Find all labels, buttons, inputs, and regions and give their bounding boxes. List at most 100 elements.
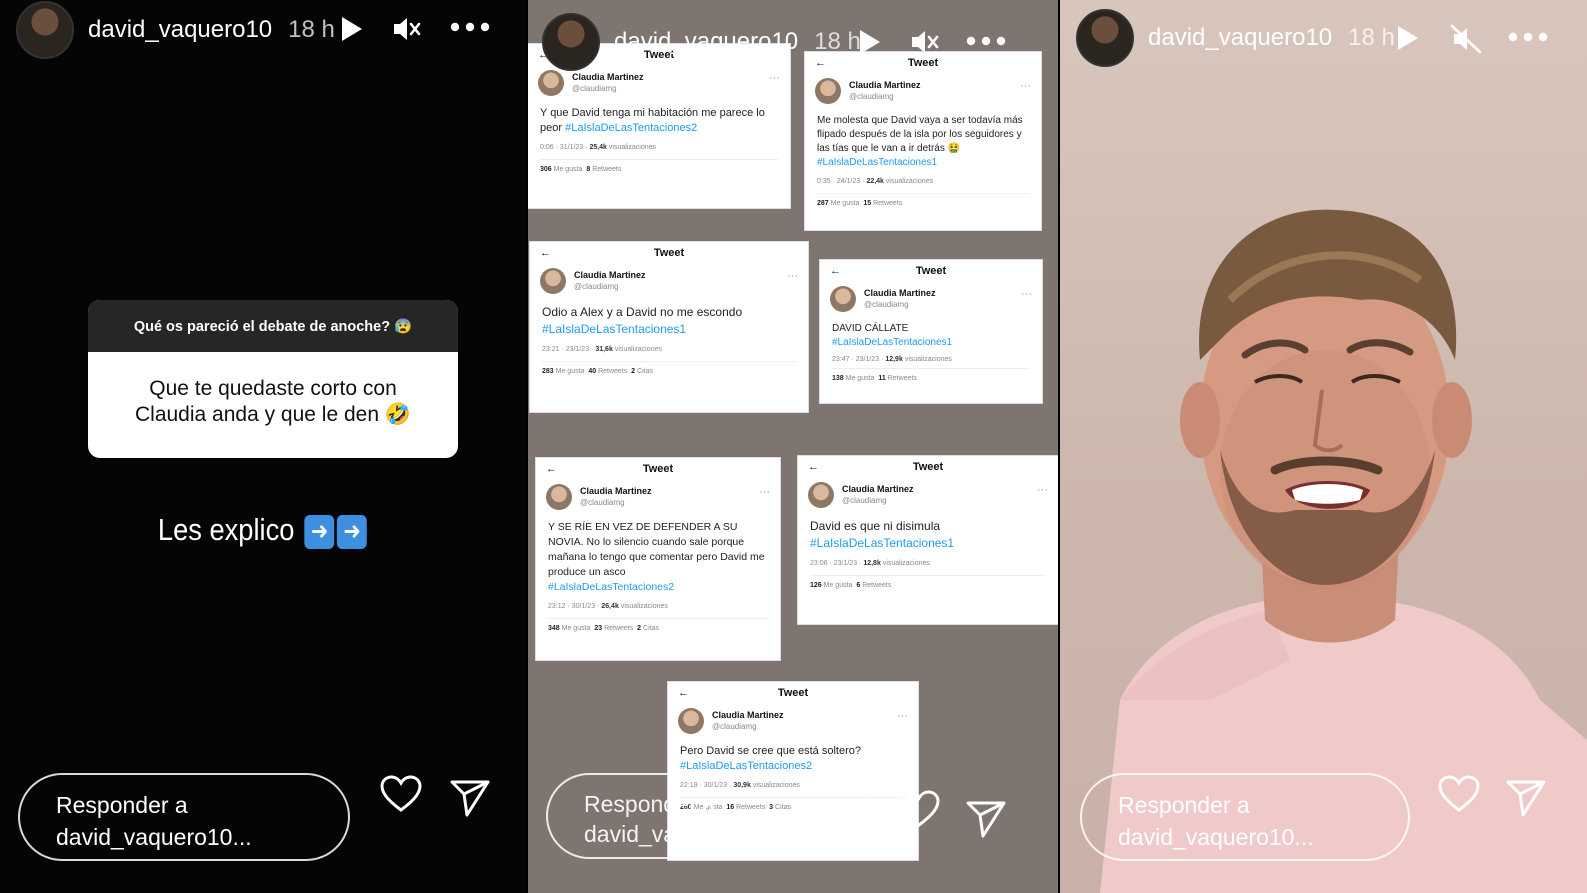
question-sticker: Qué os pareció el debate de anoche? 😰 Qu… (88, 300, 458, 458)
story-header: david_vaquero10 18 h (0, 0, 525, 60)
send-icon[interactable] (1506, 779, 1546, 822)
mute-icon[interactable] (1450, 24, 1482, 54)
tweet-hashtag[interactable]: #LaIslaDeLasTentaciones1 (810, 536, 954, 550)
tweet-meta: 23:47 · 23/1/23 · 12,9k visualizaciones (820, 350, 1042, 363)
story-header: david_vaquero10 18 h (528, 12, 1058, 72)
tweet-avatar (538, 70, 564, 96)
story-username[interactable]: david_vaquero10 (614, 28, 798, 56)
tweet-hashtag[interactable]: #LaIslaDeLasTentaciones2 (680, 760, 812, 772)
more-icon: ··· (1021, 288, 1032, 300)
tweet-likes: 283 (542, 368, 554, 375)
tweet-hashtag[interactable]: #LaIslaDeLasTentaciones1 (817, 157, 937, 168)
tweet-stats: 306 Me gusta 8 Retweets (540, 159, 778, 173)
tweet-user: Claudia Martinez @claudiamg (805, 74, 1041, 108)
tweet-card[interactable]: ← Tweet ··· Claudia Martinez @claudiamg DA… (820, 260, 1042, 403)
more-icon[interactable] (1508, 32, 1548, 42)
story-username[interactable]: david_vaquero10 (1148, 24, 1332, 52)
tweet-date: 0:06 · 31/1/23 · (540, 144, 588, 151)
story-username[interactable]: david_vaquero10 (88, 16, 272, 44)
video-frame (1100, 209, 1587, 893)
likes-label: Me gusta (555, 368, 585, 375)
play-icon[interactable] (340, 15, 364, 43)
avatar[interactable] (542, 13, 600, 71)
tweet-text: Odio a Alex y a David no me escondo #LaIs… (530, 298, 808, 338)
back-arrow-icon: ← (540, 247, 551, 259)
tweet-meta: 23:21 · 23/1/23 · 31,6k visualizaciones (530, 338, 808, 353)
arrow-right-emoji: ➜ (337, 514, 368, 549)
play-icon[interactable] (858, 28, 882, 56)
tweet-card[interactable]: ← Tweet ··· Claudia Martinez @claudiamg Y … (536, 458, 780, 660)
tweet-author: Claudia Martinez (842, 484, 914, 494)
reply-input[interactable]: Responder a david_vaquero10... (1080, 773, 1410, 861)
tweet-author: Claudia Martinez (572, 72, 644, 82)
tweet-handle: @claudiamg (712, 722, 757, 731)
tweet-avatar (678, 708, 704, 734)
likes-label: Me gusta (830, 200, 860, 207)
reply-input[interactable]: Responder a david_vaquero10... (18, 773, 350, 861)
tweet-text: Pero David se cree que está soltero? #LaI… (668, 738, 918, 774)
more-icon[interactable] (966, 36, 1006, 46)
send-icon[interactable] (966, 800, 1006, 843)
tweet-views: 31,6k (595, 346, 613, 353)
story-footer: Responder a david_vaquero10... (0, 773, 525, 893)
story-panel-1: david_vaquero10 18 h Qué os pareció el d… (0, 0, 525, 893)
tweet-quotes: 2 (637, 625, 642, 632)
tweet-card[interactable]: ← Tweet ··· Claudia Martinez @claudiamg Od… (530, 242, 808, 412)
tweet-body: Pero David se cree que está soltero? (680, 745, 861, 757)
reply-placeholder-2: david_vaquero10... (584, 821, 780, 847)
more-icon: ··· (787, 270, 798, 282)
tweet-views-label: visualizaciones (620, 603, 668, 610)
tweet-hashtag[interactable]: #LaIslaDeLasTentaciones1 (832, 337, 952, 348)
reply-placeholder-2: david_vaquero10... (1118, 824, 1314, 850)
tweet-retweets: 6 (856, 582, 861, 589)
avatar[interactable] (16, 1, 74, 59)
retweets-label: Retweets (887, 375, 917, 382)
mute-icon[interactable] (910, 28, 940, 56)
retweets-label: Retweets (598, 368, 628, 375)
tweet-header: Tweet (653, 247, 685, 259)
quotes-label: Citas (637, 368, 653, 375)
tweet-hashtag[interactable]: #LaIslaDeLasTentaciones2 (548, 581, 674, 593)
tweet-meta: 23:06 · 23/1/23 · 12,8k visualizaciones (798, 552, 1058, 567)
tweet-user: Claudia Martinez @claudiamg (668, 704, 918, 738)
tweet-retweets: 23 (594, 625, 603, 632)
play-icon[interactable] (1396, 24, 1420, 52)
tweet-header: Tweet (642, 463, 674, 475)
tweet-text: DAVID CÁLLATE #LaIslaDeLasTentaciones1 (820, 316, 1042, 350)
send-icon[interactable] (450, 779, 490, 822)
tweet-views-label: visualizaciones (614, 346, 662, 353)
retweets-label: Retweets (592, 166, 622, 173)
tweet-hashtag[interactable]: #LaIslaDeLasTentaciones2 (565, 122, 697, 134)
tweet-date: 23:47 · 23/1/23 · (832, 356, 884, 363)
heart-icon[interactable] (1438, 775, 1480, 818)
retweets-label: Retweets (862, 582, 892, 589)
tweet-views-label: visualizaciones (904, 356, 952, 363)
story-time: 18 h (1348, 24, 1395, 51)
likes-label: Me gusta (845, 375, 875, 382)
tweet-author: Claudia Martinez (580, 486, 652, 496)
tweet-user: Claudia Martinez @claudiamg (536, 480, 780, 514)
tweet-card[interactable]: ← Tweet ··· Claudia Martinez @claudiamg Da… (798, 456, 1058, 624)
tweet-stats: 287 Me gusta 15 Retweets (817, 193, 1029, 207)
tweet-handle: @claudiamg (580, 498, 625, 507)
tweet-date: 23:21 · 23/1/23 · (542, 346, 594, 353)
tweet-retweets: 40 (588, 368, 597, 375)
tweet-avatar (808, 482, 834, 508)
heart-icon[interactable] (380, 775, 422, 818)
tweet-hashtag[interactable]: #LaIslaDeLasTentaciones1 (542, 322, 686, 336)
tweet-likes: 306 (540, 166, 552, 173)
more-icon[interactable] (450, 22, 490, 32)
reply-input[interactable]: Responder a david_vaquero10... (546, 773, 871, 859)
tweet-card[interactable]: ← Tweet ··· Claudia Martinez @claudiamg Me… (805, 52, 1041, 230)
mute-icon[interactable] (392, 15, 422, 43)
tweet-meta: 0:06 · 31/1/23 · 25,4k visualizaciones (528, 136, 790, 151)
story-header: david_vaquero10 18 h (1060, 8, 1587, 68)
tweet-stats: 283 Me gusta 40 Retweets 2 Citas (542, 361, 796, 375)
heart-icon[interactable] (898, 790, 940, 833)
back-arrow-icon: ← (830, 265, 841, 277)
more-icon: ··· (759, 486, 770, 498)
avatar[interactable] (1076, 9, 1134, 67)
tweet-date: 0:35 · 24/1/23 · (817, 178, 865, 185)
more-icon: ··· (1037, 484, 1048, 496)
back-arrow-icon: ← (678, 687, 689, 699)
